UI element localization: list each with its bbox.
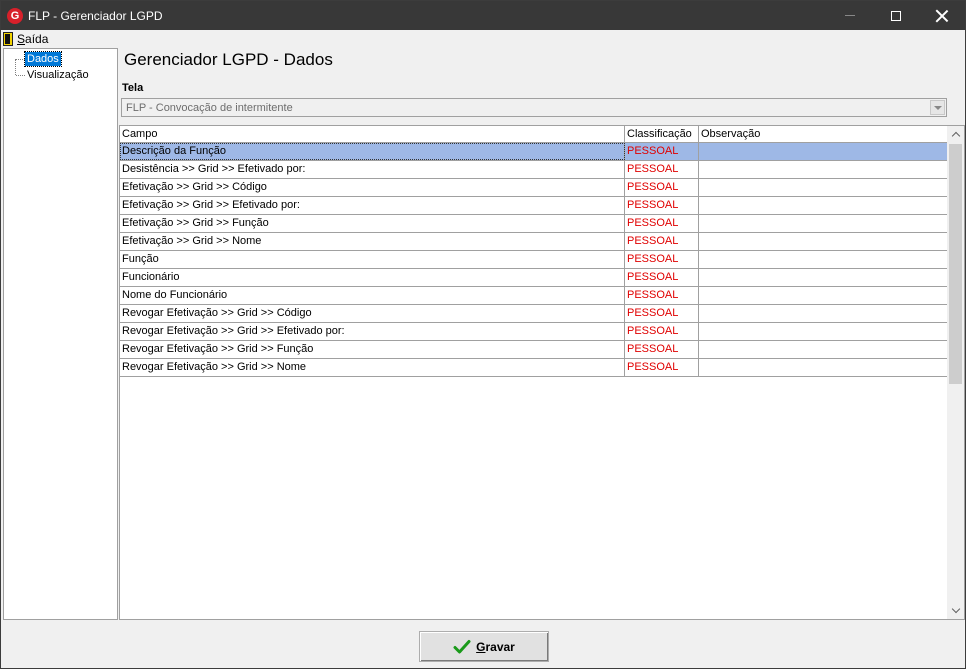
cell-campo[interactable]: Revogar Efetivação >> Grid >> Função bbox=[120, 341, 625, 358]
table-row[interactable]: Revogar Efetivação >> Grid >> Função PESS… bbox=[120, 341, 948, 359]
cell-observacao[interactable] bbox=[699, 287, 948, 304]
cell-classificacao[interactable]: PESSOAL bbox=[625, 341, 699, 358]
cell-campo[interactable]: Efetivação >> Grid >> Código bbox=[120, 179, 625, 196]
window-title: FLP - Gerenciador LGPD bbox=[28, 9, 163, 23]
cell-campo[interactable]: Efetivação >> Grid >> Nome bbox=[120, 233, 625, 250]
column-header-classificacao[interactable]: Classificação bbox=[625, 126, 699, 143]
app-logo-icon: G bbox=[7, 8, 23, 24]
table-row[interactable]: Revogar Efetivação >> Grid >> Efetivado … bbox=[120, 323, 948, 341]
cell-classificacao[interactable]: PESSOAL bbox=[625, 287, 699, 304]
table-row[interactable]: Função PESSOAL bbox=[120, 251, 948, 269]
cell-observacao[interactable] bbox=[699, 197, 948, 214]
cell-campo[interactable]: Descrição da Função bbox=[120, 143, 625, 160]
cell-campo[interactable]: Revogar Efetivação >> Grid >> Código bbox=[120, 305, 625, 322]
cell-observacao[interactable] bbox=[699, 233, 948, 250]
grid-header: Campo Classificação Observação bbox=[120, 126, 948, 143]
cell-observacao[interactable] bbox=[699, 161, 948, 178]
app-window: G FLP - Gerenciador LGPD Saída Dados Vis… bbox=[0, 0, 966, 669]
screen-select-dropdown-button[interactable] bbox=[930, 100, 945, 115]
cell-classificacao[interactable]: PESSOAL bbox=[625, 323, 699, 340]
table-row[interactable]: Nome do Funcionário PESSOAL bbox=[120, 287, 948, 305]
cell-observacao[interactable] bbox=[699, 341, 948, 358]
cell-classificacao[interactable]: PESSOAL bbox=[625, 269, 699, 286]
column-header-observacao[interactable]: Observação bbox=[699, 126, 948, 143]
column-header-campo[interactable]: Campo bbox=[120, 126, 625, 143]
cell-observacao[interactable] bbox=[699, 305, 948, 322]
table-row[interactable]: Efetivação >> Grid >> Código PESSOAL bbox=[120, 179, 948, 197]
menu-bar: Saída bbox=[1, 30, 965, 48]
table-row[interactable]: Revogar Efetivação >> Grid >> Código PESS… bbox=[120, 305, 948, 323]
cell-campo[interactable]: Revogar Efetivação >> Grid >> Efetivado … bbox=[120, 323, 625, 340]
cell-classificacao[interactable]: PESSOAL bbox=[625, 179, 699, 196]
table-row[interactable]: Descrição da Função PESSOAL bbox=[120, 143, 948, 161]
dropdown-arrow-icon bbox=[933, 105, 942, 110]
chevron-up-icon bbox=[951, 131, 960, 141]
screen-label: Tela bbox=[122, 82, 144, 94]
cell-observacao[interactable] bbox=[699, 359, 948, 376]
save-button[interactable]: Gravar bbox=[419, 631, 549, 662]
tree-item-dados[interactable]: Dados bbox=[24, 51, 62, 67]
menu-item-exit[interactable]: Saída bbox=[3, 31, 48, 47]
cell-classificacao[interactable]: PESSOAL bbox=[625, 251, 699, 268]
chevron-down-icon bbox=[951, 604, 960, 614]
cell-observacao[interactable] bbox=[699, 323, 948, 340]
close-icon bbox=[936, 10, 948, 22]
cell-observacao[interactable] bbox=[699, 143, 948, 160]
cell-campo[interactable]: Função bbox=[120, 251, 625, 268]
maximize-icon bbox=[891, 10, 901, 21]
grid-body: Campo Classificação Observação Descrição… bbox=[120, 126, 948, 377]
maximize-button[interactable] bbox=[873, 1, 919, 30]
cell-classificacao[interactable]: PESSOAL bbox=[625, 305, 699, 322]
cell-classificacao[interactable]: PESSOAL bbox=[625, 233, 699, 250]
screen-select-value: FLP - Convocação de intermitente bbox=[126, 102, 293, 114]
cell-observacao[interactable] bbox=[699, 215, 948, 232]
grid-rows: Descrição da Função PESSOAL Desistência >>… bbox=[120, 143, 948, 377]
cell-observacao[interactable] bbox=[699, 251, 948, 268]
table-row[interactable]: Funcionário PESSOAL bbox=[120, 269, 948, 287]
table-row[interactable]: Efetivação >> Grid >> Nome PESSOAL bbox=[120, 233, 948, 251]
title-bar[interactable]: G FLP - Gerenciador LGPD bbox=[1, 1, 965, 30]
tree-connector bbox=[15, 59, 16, 75]
cell-observacao[interactable] bbox=[699, 269, 948, 286]
cell-campo[interactable]: Funcionário bbox=[120, 269, 625, 286]
cell-classificacao[interactable]: PESSOAL bbox=[625, 359, 699, 376]
menu-item-exit-label: Saída bbox=[17, 32, 49, 46]
table-row[interactable]: Efetivação >> Grid >> Função PESSOAL bbox=[120, 215, 948, 233]
tree-connector bbox=[16, 59, 25, 60]
scroll-up-button[interactable] bbox=[947, 126, 964, 143]
navigation-tree: Dados Visualização bbox=[3, 48, 118, 620]
table-row[interactable]: Revogar Efetivação >> Grid >> Nome PESSOA… bbox=[120, 359, 948, 377]
vertical-scrollbar[interactable] bbox=[947, 126, 964, 619]
fields-grid[interactable]: Campo Classificação Observação Descrição… bbox=[119, 125, 965, 620]
screen-select[interactable]: FLP - Convocação de intermitente bbox=[121, 98, 947, 117]
tree-connector bbox=[16, 75, 25, 76]
table-row[interactable]: Desistência >> Grid >> Efetivado por: PES… bbox=[120, 161, 948, 179]
cell-campo[interactable]: Efetivação >> Grid >> Efetivado por: bbox=[120, 197, 625, 214]
cell-observacao[interactable] bbox=[699, 179, 948, 196]
cell-campo[interactable]: Nome do Funcionário bbox=[120, 287, 625, 304]
cell-classificacao[interactable]: PESSOAL bbox=[625, 215, 699, 232]
scroll-down-button[interactable] bbox=[947, 602, 964, 619]
table-row[interactable]: Efetivação >> Grid >> Efetivado por: PESS… bbox=[120, 197, 948, 215]
cell-campo[interactable]: Desistência >> Grid >> Efetivado por: bbox=[120, 161, 625, 178]
main-panel: Gerenciador LGPD - Dados Tela FLP - Conv… bbox=[119, 48, 965, 620]
scrollbar-thumb[interactable] bbox=[949, 144, 962, 384]
minimize-button[interactable] bbox=[827, 1, 873, 30]
cell-campo[interactable]: Efetivação >> Grid >> Função bbox=[120, 215, 625, 232]
tree-item-visualizacao[interactable]: Visualização bbox=[25, 68, 91, 82]
page-title: Gerenciador LGPD - Dados bbox=[124, 50, 333, 69]
minimize-icon bbox=[845, 15, 855, 16]
close-button[interactable] bbox=[919, 1, 965, 30]
check-icon bbox=[453, 639, 471, 653]
exit-door-icon bbox=[3, 32, 13, 46]
cell-classificacao[interactable]: PESSOAL bbox=[625, 197, 699, 214]
cell-campo[interactable]: Revogar Efetivação >> Grid >> Nome bbox=[120, 359, 625, 376]
save-button-label: Gravar bbox=[476, 639, 515, 654]
cell-classificacao[interactable]: PESSOAL bbox=[625, 143, 699, 160]
cell-classificacao[interactable]: PESSOAL bbox=[625, 161, 699, 178]
